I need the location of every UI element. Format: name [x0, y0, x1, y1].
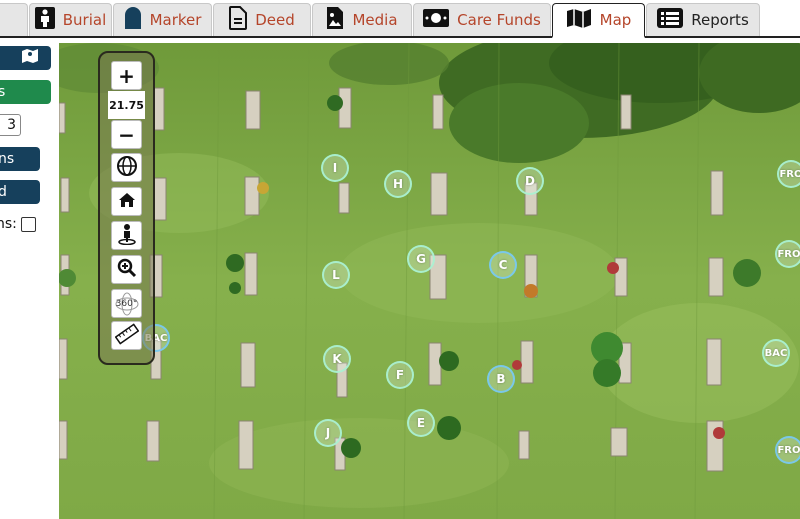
tab-burial[interactable]: Burial: [29, 3, 112, 36]
marker-k[interactable]: K: [323, 345, 351, 373]
tab-marker[interactable]: Marker: [113, 3, 212, 36]
locate-person-button[interactable]: [111, 221, 142, 250]
globe-icon: [116, 155, 138, 181]
green-action-button[interactable]: s: [0, 80, 51, 104]
aerial-imagery: [59, 43, 800, 519]
document-icon: [229, 6, 248, 34]
marker-i[interactable]: I: [321, 154, 349, 182]
tab-partial[interactable]: [0, 3, 28, 36]
tab-deed[interactable]: Deed: [213, 3, 311, 36]
tab-reports[interactable]: Reports: [646, 3, 760, 36]
marker-back-1[interactable]: BAC: [762, 339, 790, 367]
list-icon: [657, 8, 684, 32]
green-button-label: s: [0, 84, 6, 100]
marker-g[interactable]: G: [407, 245, 435, 273]
tab-label: Deed: [255, 11, 295, 29]
tab-label: Care Funds: [457, 11, 541, 29]
marker-front-3[interactable]: FRO: [775, 436, 800, 464]
left-button-2-label: d: [0, 184, 7, 200]
tab-label: Marker: [149, 11, 202, 29]
map-pin-icon: [21, 48, 39, 68]
marker-h[interactable]: H: [384, 170, 412, 198]
view-360-button[interactable]: 360°: [111, 289, 142, 318]
map-controls-panel: + 21.75 − 360°: [98, 51, 155, 365]
aerial-map[interactable]: I H D L G C K F B E J FRO FRO BAC FRO BA…: [59, 43, 800, 519]
ruler-icon: [114, 322, 139, 350]
headstone-icon: [124, 7, 142, 33]
tab-label: Burial: [62, 11, 107, 29]
left-button-1[interactable]: ns: [0, 147, 40, 171]
checkbox-row: ns:: [0, 216, 36, 232]
number-input-value: 3: [7, 117, 16, 133]
measure-button[interactable]: [111, 321, 142, 350]
zoom-to-button[interactable]: [111, 255, 142, 284]
left-button-2[interactable]: d: [0, 180, 40, 204]
left-button-1-label: ns: [0, 151, 15, 167]
marker-c[interactable]: C: [489, 251, 517, 279]
left-panel: s 3 ns d ns:: [0, 38, 59, 519]
marker-d[interactable]: D: [516, 167, 544, 195]
marker-front-1[interactable]: FRO: [777, 160, 800, 188]
marker-b[interactable]: B: [487, 365, 515, 393]
rotate-360-icon: 360°: [114, 292, 140, 316]
number-input[interactable]: 3: [0, 114, 21, 136]
tab-care-funds[interactable]: Care Funds: [413, 3, 551, 36]
view-360-label: 360°: [115, 298, 138, 309]
marker-e[interactable]: E: [407, 409, 435, 437]
checkbox[interactable]: [20, 216, 36, 232]
tab-label: Reports: [691, 11, 749, 29]
zoom-in-button[interactable]: +: [111, 61, 142, 90]
map-icon: [566, 8, 592, 32]
map-toggle-button[interactable]: [0, 46, 51, 70]
checkbox-label: ns:: [0, 216, 17, 232]
globe-button[interactable]: [111, 153, 142, 182]
tab-label: Map: [599, 11, 632, 29]
money-icon: [423, 9, 450, 31]
marker-j[interactable]: J: [314, 419, 342, 447]
home-icon: [118, 192, 136, 212]
zoom-level-display: 21.75: [108, 91, 145, 119]
marker-front-2[interactable]: FRO: [775, 240, 800, 268]
person-icon: [34, 7, 55, 33]
person-location-icon: [117, 223, 137, 249]
zoom-out-button[interactable]: −: [111, 120, 142, 149]
tab-map[interactable]: Map: [552, 3, 645, 38]
marker-f[interactable]: F: [386, 361, 414, 389]
magnify-plus-icon: [117, 258, 137, 282]
media-file-icon: [326, 6, 344, 34]
home-button[interactable]: [111, 187, 142, 216]
marker-l[interactable]: L: [322, 261, 350, 289]
tab-media[interactable]: Media: [312, 3, 412, 36]
tab-label: Media: [352, 11, 398, 29]
tab-bar: Burial Marker Deed Media Care Funds Map …: [0, 0, 800, 38]
